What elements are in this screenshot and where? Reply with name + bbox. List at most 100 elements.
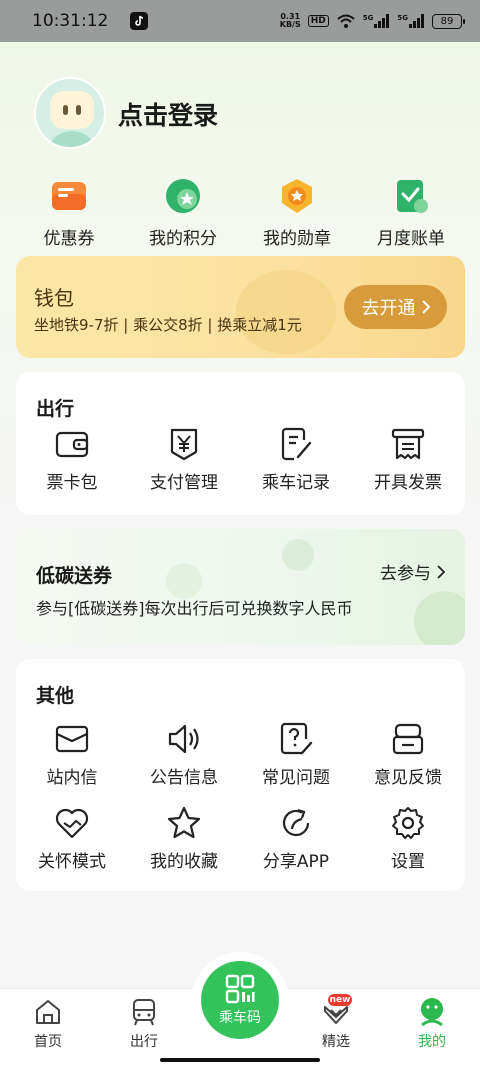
mail-icon — [55, 725, 89, 753]
coin-decoration — [236, 270, 336, 354]
other-item-feedback[interactable]: 意见反馈 — [352, 721, 464, 788]
yen-icon — [170, 428, 198, 461]
nav-home-label: 首页 — [34, 1034, 62, 1050]
wallet-open-label: 去开通 — [361, 298, 416, 319]
avatar-eye-right — [76, 105, 81, 115]
avatar-face — [50, 91, 94, 129]
signal1-label: 5G — [362, 14, 374, 22]
other-item-label: 我的收藏 — [150, 852, 218, 872]
quick-link-bill[interactable]: 月度账单 — [354, 176, 468, 249]
tiktok-notification-icon — [130, 12, 149, 30]
bus-icon — [133, 999, 155, 1026]
other-item-announcements[interactable]: 公告信息 — [128, 721, 240, 788]
other-grid-row-2: 关怀模式 我的收藏 分享APP 设置 — [16, 805, 465, 872]
wifi-icon — [337, 14, 355, 28]
quick-link-label: 我的积分 — [149, 229, 217, 249]
home-indicator[interactable] — [160, 1058, 320, 1062]
other-item-favorites[interactable]: 我的收藏 — [128, 805, 240, 872]
signal-bars-icon — [409, 14, 424, 28]
avatar-eye-left — [63, 105, 68, 115]
nav-travel[interactable]: 出行 — [114, 997, 174, 1051]
other-item-label: 分享APP — [262, 852, 330, 872]
quick-link-coupon[interactable]: 优惠券 — [12, 176, 126, 249]
other-card: 其他 站内信 公告信息 常见问题 意见反馈 关怀模式 我的收藏 分享APP 设置 — [16, 659, 465, 891]
low-carbon-subtitle: 参与[低碳送券]每次出行后可兑换数字人民币 — [36, 599, 353, 618]
quick-link-label: 优惠券 — [43, 229, 95, 249]
bill-icon — [397, 180, 428, 213]
coupon-icon — [52, 182, 86, 210]
other-item-label: 关怀模式 — [38, 852, 106, 872]
travel-item-label: 乘车记录 — [262, 473, 330, 493]
travel-item-label: 票卡包 — [46, 473, 98, 493]
feedback-icon — [392, 723, 424, 755]
points-icon — [166, 179, 200, 213]
other-item-share-app[interactable]: 分享APP — [240, 805, 352, 872]
record-icon — [281, 427, 312, 461]
medal-icon — [282, 179, 312, 213]
net-speed: 0.31 KB/S — [280, 13, 301, 29]
signal2-label: 5G — [397, 14, 408, 22]
wallet-card[interactable]: 钱包 坐地铁9-7折 | 乘公交8折 | 换乘立减1元 去开通 — [16, 256, 465, 358]
wallet-open-button[interactable]: 去开通 — [344, 285, 447, 329]
avatar-body — [46, 131, 98, 147]
decoration — [282, 539, 314, 571]
wallet-title: 钱包 — [34, 286, 74, 310]
new-badge: new — [328, 994, 352, 1006]
chevron-right-icon — [437, 564, 445, 579]
avatar[interactable] — [34, 77, 106, 149]
decoration — [166, 563, 202, 599]
other-item-label: 公告信息 — [150, 768, 218, 788]
gear-icon — [392, 807, 424, 839]
nav-travel-label: 出行 — [130, 1034, 158, 1050]
nav-featured-label: 精选 — [322, 1034, 350, 1050]
login-link[interactable]: 点击登录 — [118, 96, 218, 132]
other-item-label: 意见反馈 — [374, 768, 442, 788]
wallet-icon — [55, 431, 89, 458]
nav-mine[interactable]: 我的 — [402, 997, 462, 1051]
signal-5g-1: 5G — [363, 14, 391, 28]
leaf-decoration — [414, 591, 465, 645]
other-grid-row-1: 站内信 公告信息 常见问题 意见反馈 — [16, 721, 465, 788]
other-item-faq[interactable]: 常见问题 — [240, 721, 352, 788]
other-item-messages[interactable]: 站内信 — [16, 721, 128, 788]
other-item-label: 设置 — [391, 852, 425, 872]
home-icon — [36, 1000, 60, 1024]
low-carbon-join-link[interactable]: 去参与 — [380, 559, 445, 584]
other-item-label: 常见问题 — [262, 768, 330, 788]
travel-item-ticket-wallet[interactable]: 票卡包 — [16, 426, 128, 493]
chevron-right-icon — [421, 300, 430, 314]
other-item-settings[interactable]: 设置 — [352, 805, 464, 872]
signal-bars-icon — [374, 14, 390, 28]
speaker-icon — [168, 724, 199, 754]
travel-item-label: 支付管理 — [150, 473, 218, 493]
quick-link-label: 月度账单 — [377, 229, 445, 249]
quick-link-medal[interactable]: 我的勋章 — [240, 176, 354, 249]
low-carbon-card[interactable]: 低碳送券 去参与 参与[低碳送券]每次出行后可兑换数字人民币 — [16, 529, 465, 645]
battery-icon: 89 — [432, 13, 465, 29]
travel-item-invoice[interactable]: 开具发票 — [352, 426, 464, 493]
quick-link-points[interactable]: 我的积分 — [126, 176, 240, 249]
travel-grid: 票卡包 支付管理 乘车记录 开具发票 — [16, 426, 465, 493]
travel-item-payment[interactable]: 支付管理 — [128, 426, 240, 493]
care-icon — [55, 808, 89, 839]
quick-link-label: 我的勋章 — [263, 229, 331, 249]
ride-code-button[interactable]: 乘车码 — [201, 961, 279, 1039]
nav-home[interactable]: 首页 — [18, 997, 78, 1051]
nav-mine-label: 我的 — [418, 1034, 446, 1050]
battery-level: 89 — [440, 15, 454, 27]
qr-code-icon — [225, 974, 255, 1004]
travel-item-label: 开具发票 — [374, 473, 442, 493]
ride-code-label: 乘车码 — [219, 1010, 261, 1026]
other-item-label: 站内信 — [46, 768, 98, 788]
profile-icon — [421, 998, 443, 1027]
travel-card: 出行 票卡包 支付管理 乘车记录 开具发票 — [16, 372, 465, 515]
status-time: 10:31:12 — [32, 11, 109, 31]
low-carbon-title: 低碳送券 — [36, 565, 113, 587]
other-title: 其他 — [36, 685, 75, 707]
other-item-care-mode[interactable]: 关怀模式 — [16, 805, 128, 872]
travel-item-records[interactable]: 乘车记录 — [240, 426, 352, 493]
hd-badge: HD — [307, 15, 329, 27]
signal-5g-2: 5G — [397, 14, 425, 28]
star-icon — [167, 806, 201, 839]
wallet-subtitle: 坐地铁9-7折 | 乘公交8折 | 换乘立减1元 — [34, 316, 302, 334]
